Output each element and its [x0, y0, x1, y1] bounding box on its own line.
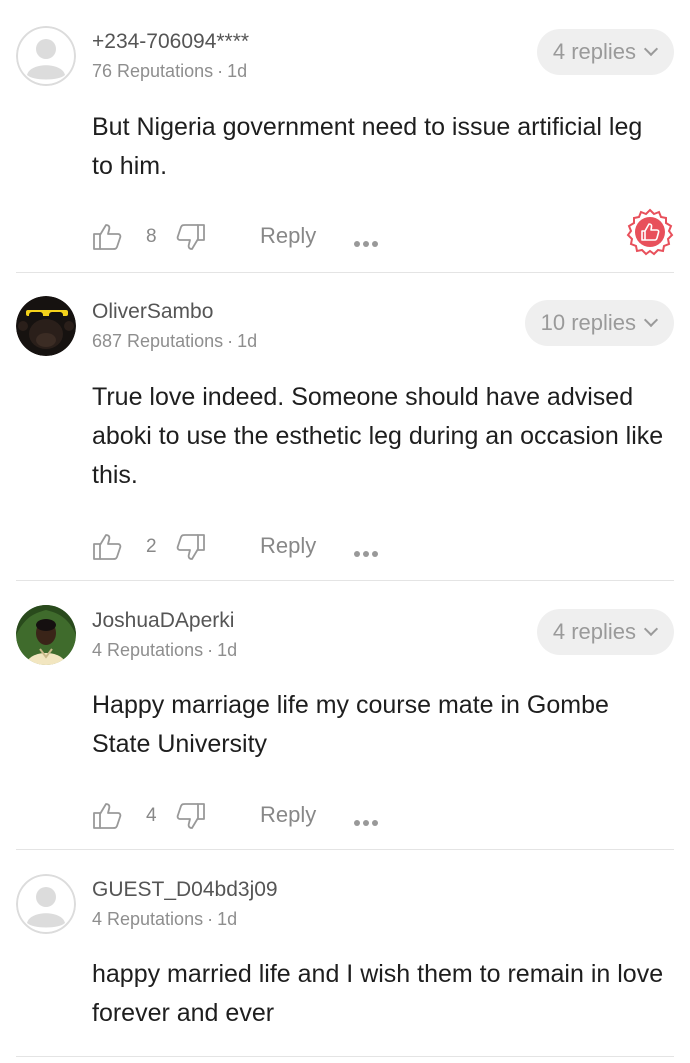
comment-divider	[16, 580, 674, 581]
reputation-count: 76 Reputations	[92, 61, 214, 81]
comment-text: happy married life and I wish them to re…	[92, 960, 664, 1027]
comment-text: True love indeed. Someone should have ad…	[92, 383, 664, 489]
comment-meta: 76 Reputations · 1d	[92, 61, 247, 82]
photo-avatar-icon[interactable]	[16, 605, 76, 665]
comment-divider	[16, 849, 674, 850]
commenter-name[interactable]: OliverSambo	[92, 300, 213, 324]
comment-text: But Nigeria government need to issue art…	[92, 113, 643, 180]
replies-button[interactable]: 10 replies	[524, 300, 674, 346]
reputation-count: 687 Reputations	[92, 331, 224, 351]
replies-button[interactable]: 4 replies	[536, 609, 674, 655]
meta-separator: ·	[217, 61, 224, 81]
replies-count: 10 replies	[540, 310, 636, 335]
comment-item: JoshuaDAperki 4 Reputations · 1d 4 replies…	[0, 605, 690, 849]
comment-divider	[16, 272, 674, 273]
reply-button[interactable]: Reply	[260, 802, 316, 828]
comment-time: 1d	[217, 640, 238, 660]
comment-divider	[16, 1056, 674, 1057]
comment-meta: 4 Reputations · 1d	[92, 909, 237, 930]
commenter-name[interactable]: GUEST_D04bd3j09	[92, 878, 278, 902]
comment-item: +234-706094**** 76 Reputations · 1d 4 repl…	[0, 26, 690, 272]
monkey-sunglasses-avatar-icon[interactable]	[16, 296, 76, 356]
commenter-name[interactable]: +234-706094****	[92, 30, 249, 54]
thumbs-up-badge-icon[interactable]	[626, 208, 674, 261]
reply-button[interactable]: Reply	[260, 223, 316, 249]
reputation-count: 4 Reputations	[92, 909, 204, 929]
commenter-name[interactable]: JoshuaDAperki	[92, 609, 234, 633]
more-options-icon[interactable]	[353, 814, 379, 832]
thumbs-down-icon[interactable]	[176, 222, 206, 257]
reputation-count: 4 Reputations	[92, 640, 204, 660]
comment-item: GUEST_D04bd3j09 4 Reputations · 1d happy m…	[0, 874, 690, 1063]
thumbs-up-icon[interactable]	[92, 532, 122, 567]
comment-item: OliverSambo 687 Reputations · 1d 10 replie…	[0, 296, 690, 580]
thumbs-up-icon[interactable]	[92, 801, 122, 836]
like-count: 8	[146, 226, 157, 247]
meta-separator: ·	[207, 909, 214, 929]
replies-count: 4 replies	[552, 39, 636, 64]
chevron-down-icon	[643, 41, 659, 57]
replies-button[interactable]: 4 replies	[536, 29, 674, 75]
comment-actions: 4 Reply	[92, 797, 672, 837]
comment-meta: 4 Reputations · 1d	[92, 640, 237, 661]
comment-actions: 2 Reply	[92, 528, 672, 568]
default-avatar-icon[interactable]	[16, 26, 76, 86]
more-options-icon[interactable]	[353, 235, 379, 253]
meta-separator: ·	[227, 331, 234, 351]
comment-time: 1d	[217, 909, 238, 929]
thumbs-down-icon[interactable]	[176, 801, 206, 836]
comment-actions: 8 Reply	[92, 218, 672, 258]
like-count: 4	[146, 805, 157, 826]
comment-time: 1d	[237, 331, 258, 351]
replies-count: 4 replies	[552, 619, 636, 644]
like-count: 2	[146, 536, 157, 557]
comment-time: 1d	[227, 61, 248, 81]
chevron-down-icon	[643, 621, 659, 637]
reply-button[interactable]: Reply	[260, 533, 316, 559]
chevron-down-icon	[643, 312, 659, 328]
thumbs-down-icon[interactable]	[176, 532, 206, 567]
more-options-icon[interactable]	[353, 545, 379, 563]
meta-separator: ·	[207, 640, 214, 660]
default-avatar-icon[interactable]	[16, 874, 76, 934]
thumbs-up-icon[interactable]	[92, 222, 122, 257]
comment-meta: 687 Reputations · 1d	[92, 331, 257, 352]
comment-text: Happy marriage life my course mate in Go…	[92, 691, 609, 758]
